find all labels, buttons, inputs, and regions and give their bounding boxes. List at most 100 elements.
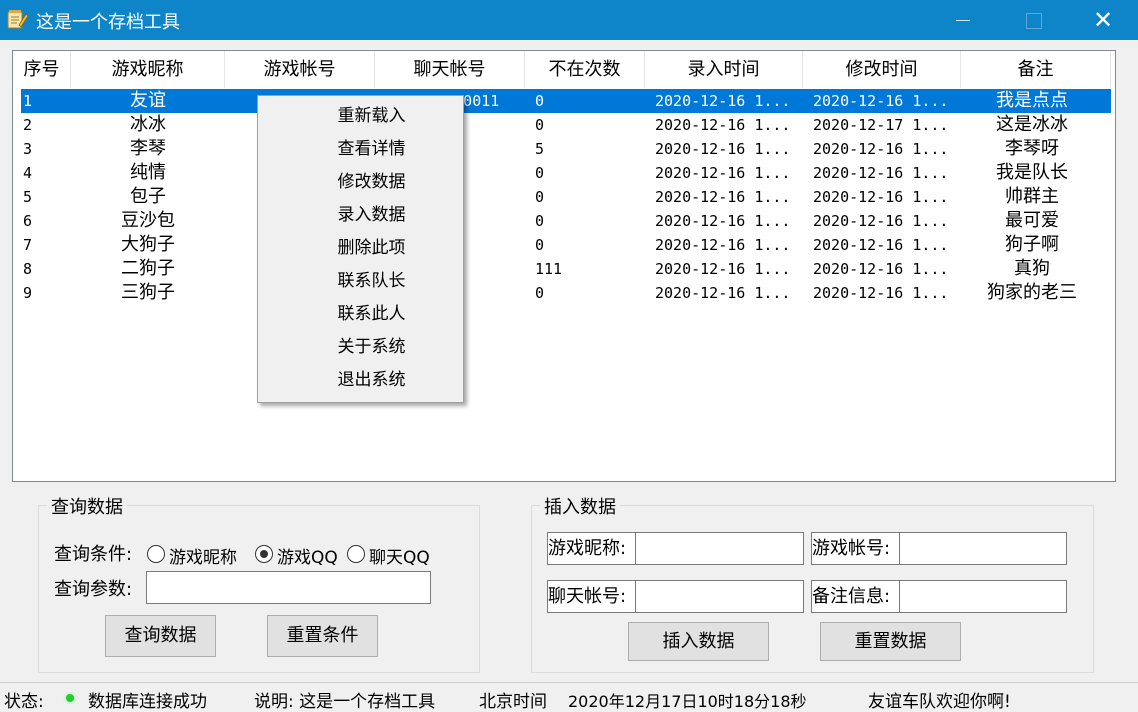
column-header-chat-account[interactable]: 聊天帐号 bbox=[375, 51, 525, 88]
column-header-created-time[interactable]: 录入时间 bbox=[645, 51, 803, 88]
account-field-label: 游戏帐号: bbox=[812, 533, 900, 564]
radio-game-qq-label[interactable]: 游戏QQ bbox=[277, 543, 338, 568]
radio-game-qq[interactable] bbox=[255, 545, 273, 563]
table-row[interactable]: 3李琴907952020-12-16 1...2020-12-16 1...李琴… bbox=[21, 137, 1111, 161]
context-menu-item[interactable]: 删除此项 bbox=[258, 232, 463, 265]
maximize-icon[interactable] bbox=[1010, 0, 1056, 40]
cell-absence-count: 0 bbox=[535, 212, 545, 230]
context-menu-item[interactable]: 联系此人 bbox=[258, 298, 463, 331]
close-icon[interactable]: ✕ bbox=[1080, 0, 1126, 40]
time-label: 北京时间 bbox=[479, 692, 547, 712]
context-menu: 重新载入 查看详情 修改数据 录入数据 删除此项 联系队长 联系此人 关于系统 退出系统 bbox=[257, 95, 464, 403]
cell-created-time: 2020-12-16 1... bbox=[655, 260, 791, 278]
radio-nickname-label[interactable]: 游戏昵称 bbox=[169, 543, 237, 568]
cell-nickname: 二狗子 bbox=[121, 258, 175, 279]
cell-nickname: 豆沙包 bbox=[121, 210, 175, 231]
account-field[interactable]: 游戏帐号: bbox=[811, 532, 1067, 565]
radio-nickname[interactable] bbox=[147, 545, 165, 563]
table-row[interactable]: 4纯情3902020-12-16 1...2020-12-16 1...我是队长 bbox=[21, 161, 1111, 185]
reset-query-button[interactable]: 重置条件 bbox=[267, 615, 378, 657]
context-menu-item[interactable]: 联系队长 bbox=[258, 265, 463, 298]
nickname-field-label: 游戏昵称: bbox=[548, 533, 636, 564]
context-menu-item[interactable]: 退出系统 bbox=[258, 364, 463, 397]
query-condition-label: 查询条件: bbox=[54, 544, 133, 565]
insert-button[interactable]: 插入数据 bbox=[628, 622, 769, 661]
cell-absence-count: 0 bbox=[535, 116, 545, 134]
reset-insert-button[interactable]: 重置数据 bbox=[820, 622, 961, 661]
table-row[interactable]: 7大狗子1102020-12-16 1...2020-12-16 1...狗子啊 bbox=[21, 233, 1111, 257]
records-list-view[interactable]: 序号 游戏昵称 游戏帐号 聊天帐号 不在次数 录入时间 修改时间 备注 1友谊1… bbox=[12, 50, 1116, 482]
cell-note: 狗家的老三 bbox=[987, 282, 1077, 303]
time-value: 2020年12月17日10时18分18秒 bbox=[568, 692, 807, 711]
nickname-field[interactable]: 游戏昵称: bbox=[547, 532, 804, 565]
column-header-absence-count[interactable]: 不在次数 bbox=[525, 51, 645, 88]
cell-modified-time: 2020-12-16 1... bbox=[813, 140, 949, 158]
cell-created-time: 2020-12-16 1... bbox=[655, 284, 791, 302]
cell-created-time: 2020-12-16 1... bbox=[655, 92, 791, 110]
cell-nickname: 纯情 bbox=[130, 162, 166, 183]
table-row[interactable]: 9三狗子3202020-12-16 1...2020-12-16 1...狗家的… bbox=[21, 281, 1111, 305]
chat-account-field-label: 聊天帐号: bbox=[548, 581, 636, 612]
cell-modified-time: 2020-12-16 1... bbox=[813, 284, 949, 302]
cell-absence-count: 0 bbox=[535, 284, 545, 302]
column-header-nickname[interactable]: 游戏昵称 bbox=[71, 51, 225, 88]
table-row[interactable]: 6豆沙包74902020-12-16 1...2020-12-16 1...最可… bbox=[21, 209, 1111, 233]
cell-absence-count: 0 bbox=[535, 164, 545, 182]
status-led-icon bbox=[66, 694, 74, 702]
context-menu-item[interactable]: 录入数据 bbox=[258, 199, 463, 232]
cell-modified-time: 2020-12-16 1... bbox=[813, 164, 949, 182]
notepad-icon bbox=[7, 10, 28, 29]
cell-note: 真狗 bbox=[1014, 258, 1050, 279]
table-row[interactable]: 8二狗子011112020-12-16 1...2020-12-16 1...真… bbox=[21, 257, 1111, 281]
cell-note: 这是冰冰 bbox=[996, 114, 1068, 135]
cell-nickname: 三狗子 bbox=[121, 282, 175, 303]
query-group: 查询数据 查询条件: 游戏昵称 游戏QQ 聊天QQ 查询参数: 查询数据 重置条… bbox=[38, 493, 480, 673]
cell-modified-time: 2020-12-17 1... bbox=[813, 116, 949, 134]
cell-absence-count: 5 bbox=[535, 140, 545, 158]
cell-modified-time: 2020-12-16 1... bbox=[813, 260, 949, 278]
cell-modified-time: 2020-12-16 1... bbox=[813, 236, 949, 254]
cell-nickname: 友谊 bbox=[130, 90, 166, 111]
cell-absence-count: 0 bbox=[535, 236, 545, 254]
cell-note: 我是点点 bbox=[996, 90, 1068, 111]
radio-chat-qq[interactable] bbox=[347, 545, 365, 563]
context-menu-item[interactable]: 关于系统 bbox=[258, 331, 463, 364]
cell-modified-time: 2020-12-16 1... bbox=[813, 188, 949, 206]
query-param-input[interactable] bbox=[146, 571, 431, 604]
cell-nickname: 李琴 bbox=[130, 138, 166, 159]
description-text: 说明: 这是一个存档工具 bbox=[254, 692, 436, 712]
column-header-index[interactable]: 序号 bbox=[13, 51, 71, 88]
table-row[interactable]: 5包子85902020-12-16 1...2020-12-16 1...帅群主 bbox=[21, 185, 1111, 209]
cell-created-time: 2020-12-16 1... bbox=[655, 140, 791, 158]
note-field-label: 备注信息: bbox=[812, 581, 900, 612]
db-status-text: 数据库连接成功 bbox=[88, 692, 207, 712]
context-menu-item[interactable]: 重新载入 bbox=[258, 100, 463, 133]
context-menu-item[interactable]: 查看详情 bbox=[258, 133, 463, 166]
column-header-note[interactable]: 备注 bbox=[961, 51, 1111, 88]
cell-nickname: 包子 bbox=[130, 186, 166, 207]
cell-note: 李琴呀 bbox=[1005, 138, 1059, 159]
table-row[interactable]: 1友谊100000001102020-12-16 1...2020-12-16 … bbox=[21, 89, 1111, 113]
list-header: 序号 游戏昵称 游戏帐号 聊天帐号 不在次数 录入时间 修改时间 备注 bbox=[13, 51, 1115, 88]
note-field[interactable]: 备注信息: bbox=[811, 580, 1067, 613]
cell-note: 帅群主 bbox=[1005, 186, 1059, 207]
minimize-icon[interactable] bbox=[940, 0, 986, 40]
window-title: 这是一个存档工具 bbox=[36, 12, 180, 33]
cell-nickname: 大狗子 bbox=[121, 234, 175, 255]
cell-nickname: 冰冰 bbox=[130, 114, 166, 135]
column-header-modified-time[interactable]: 修改时间 bbox=[803, 51, 961, 88]
cell-absence-count: 111 bbox=[535, 260, 563, 278]
radio-chat-qq-label[interactable]: 聊天QQ bbox=[369, 543, 430, 568]
cell-created-time: 2020-12-16 1... bbox=[655, 164, 791, 182]
cell-created-time: 2020-12-16 1... bbox=[655, 236, 791, 254]
chat-account-field[interactable]: 聊天帐号: bbox=[547, 580, 804, 613]
cell-modified-time: 2020-12-16 1... bbox=[813, 212, 949, 230]
status-bar: 状态: 数据库连接成功 说明: 这是一个存档工具 北京时间 2020年12月17… bbox=[0, 682, 1138, 712]
context-menu-item[interactable]: 修改数据 bbox=[258, 166, 463, 199]
search-button[interactable]: 查询数据 bbox=[105, 615, 216, 657]
table-row[interactable]: 2冰冰5602020-12-16 1...2020-12-17 1...这是冰冰 bbox=[21, 113, 1111, 137]
welcome-text: 友谊车队欢迎你啊! bbox=[868, 692, 1011, 712]
cell-note: 狗子啊 bbox=[1005, 234, 1059, 255]
query-param-label: 查询参数: bbox=[54, 579, 133, 600]
column-header-game-account[interactable]: 游戏帐号 bbox=[225, 51, 375, 88]
